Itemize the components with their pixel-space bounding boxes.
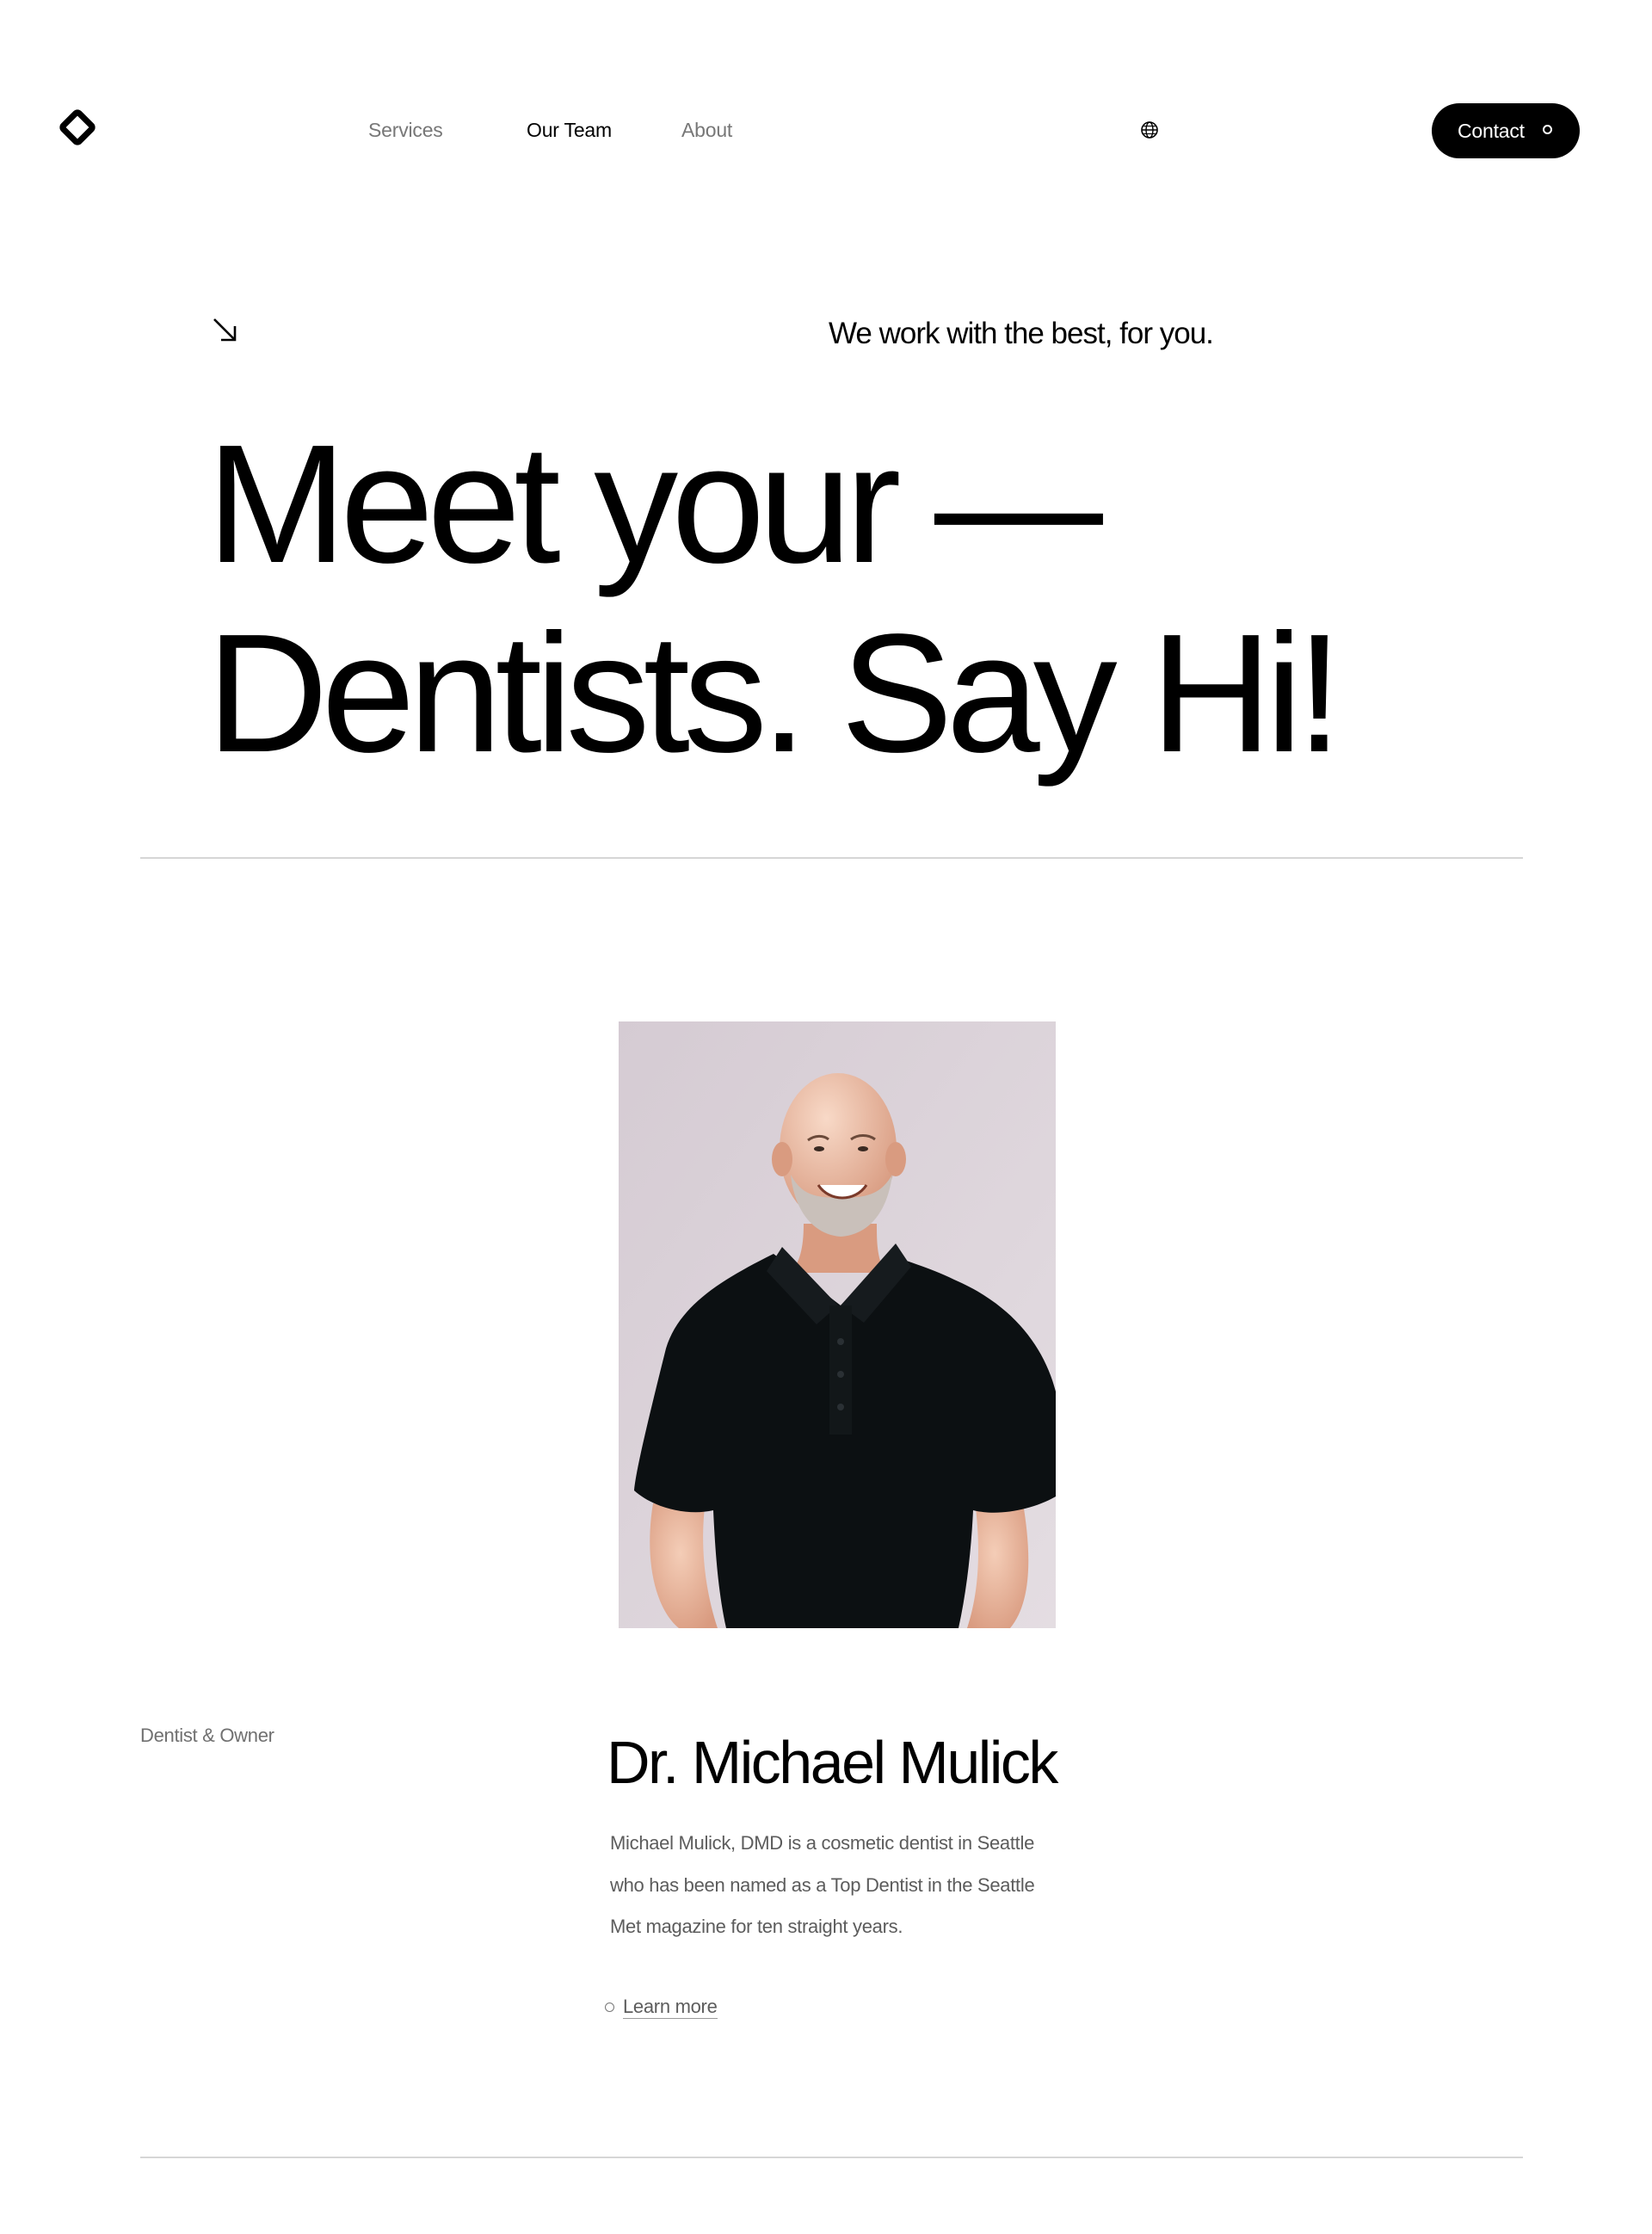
nav-about[interactable]: About (681, 117, 732, 143)
bio-line: who has been named as a Top Dentist in t… (610, 1873, 1035, 1896)
circle-icon (605, 2003, 614, 2012)
bio-line: Met magazine for ten straight years. (610, 1916, 903, 1937)
logo-diamond-icon[interactable] (59, 108, 96, 146)
hero-headline-line-1: Meet your — (206, 410, 1103, 598)
hero-headline-line-2: Dentists. Say Hi! (206, 599, 1343, 787)
nav-services[interactable]: Services (368, 117, 443, 143)
bio-line: Michael Mulick, DMD is a cosmetic dentis… (610, 1832, 1035, 1854)
learn-more-link[interactable]: Learn more (605, 1996, 718, 2019)
contact-button-label: Contact (1458, 119, 1525, 142)
arrow-down-right-icon (212, 317, 239, 344)
dentist-role: Dentist & Owner (140, 1725, 274, 1746)
dentist-portrait-photo (619, 1021, 1056, 1628)
section-divider (140, 2157, 1523, 2158)
contact-button[interactable]: Contact (1432, 103, 1580, 158)
learn-more-label: Learn more (623, 1996, 718, 2019)
dentist-name: Dr. Michael Mulick (607, 1729, 1058, 1796)
page: Services Our Team About Contact We work … (0, 0, 1652, 2234)
globe-icon[interactable] (1140, 120, 1159, 139)
circle-icon (1543, 125, 1552, 134)
section-divider (140, 857, 1523, 859)
hero-tagline: We work with the best, for you. (829, 317, 1214, 350)
nav-our-team[interactable]: Our Team (527, 117, 612, 143)
dentist-bio: Michael Mulick, DMD is a cosmetic dentis… (610, 1823, 1057, 1948)
